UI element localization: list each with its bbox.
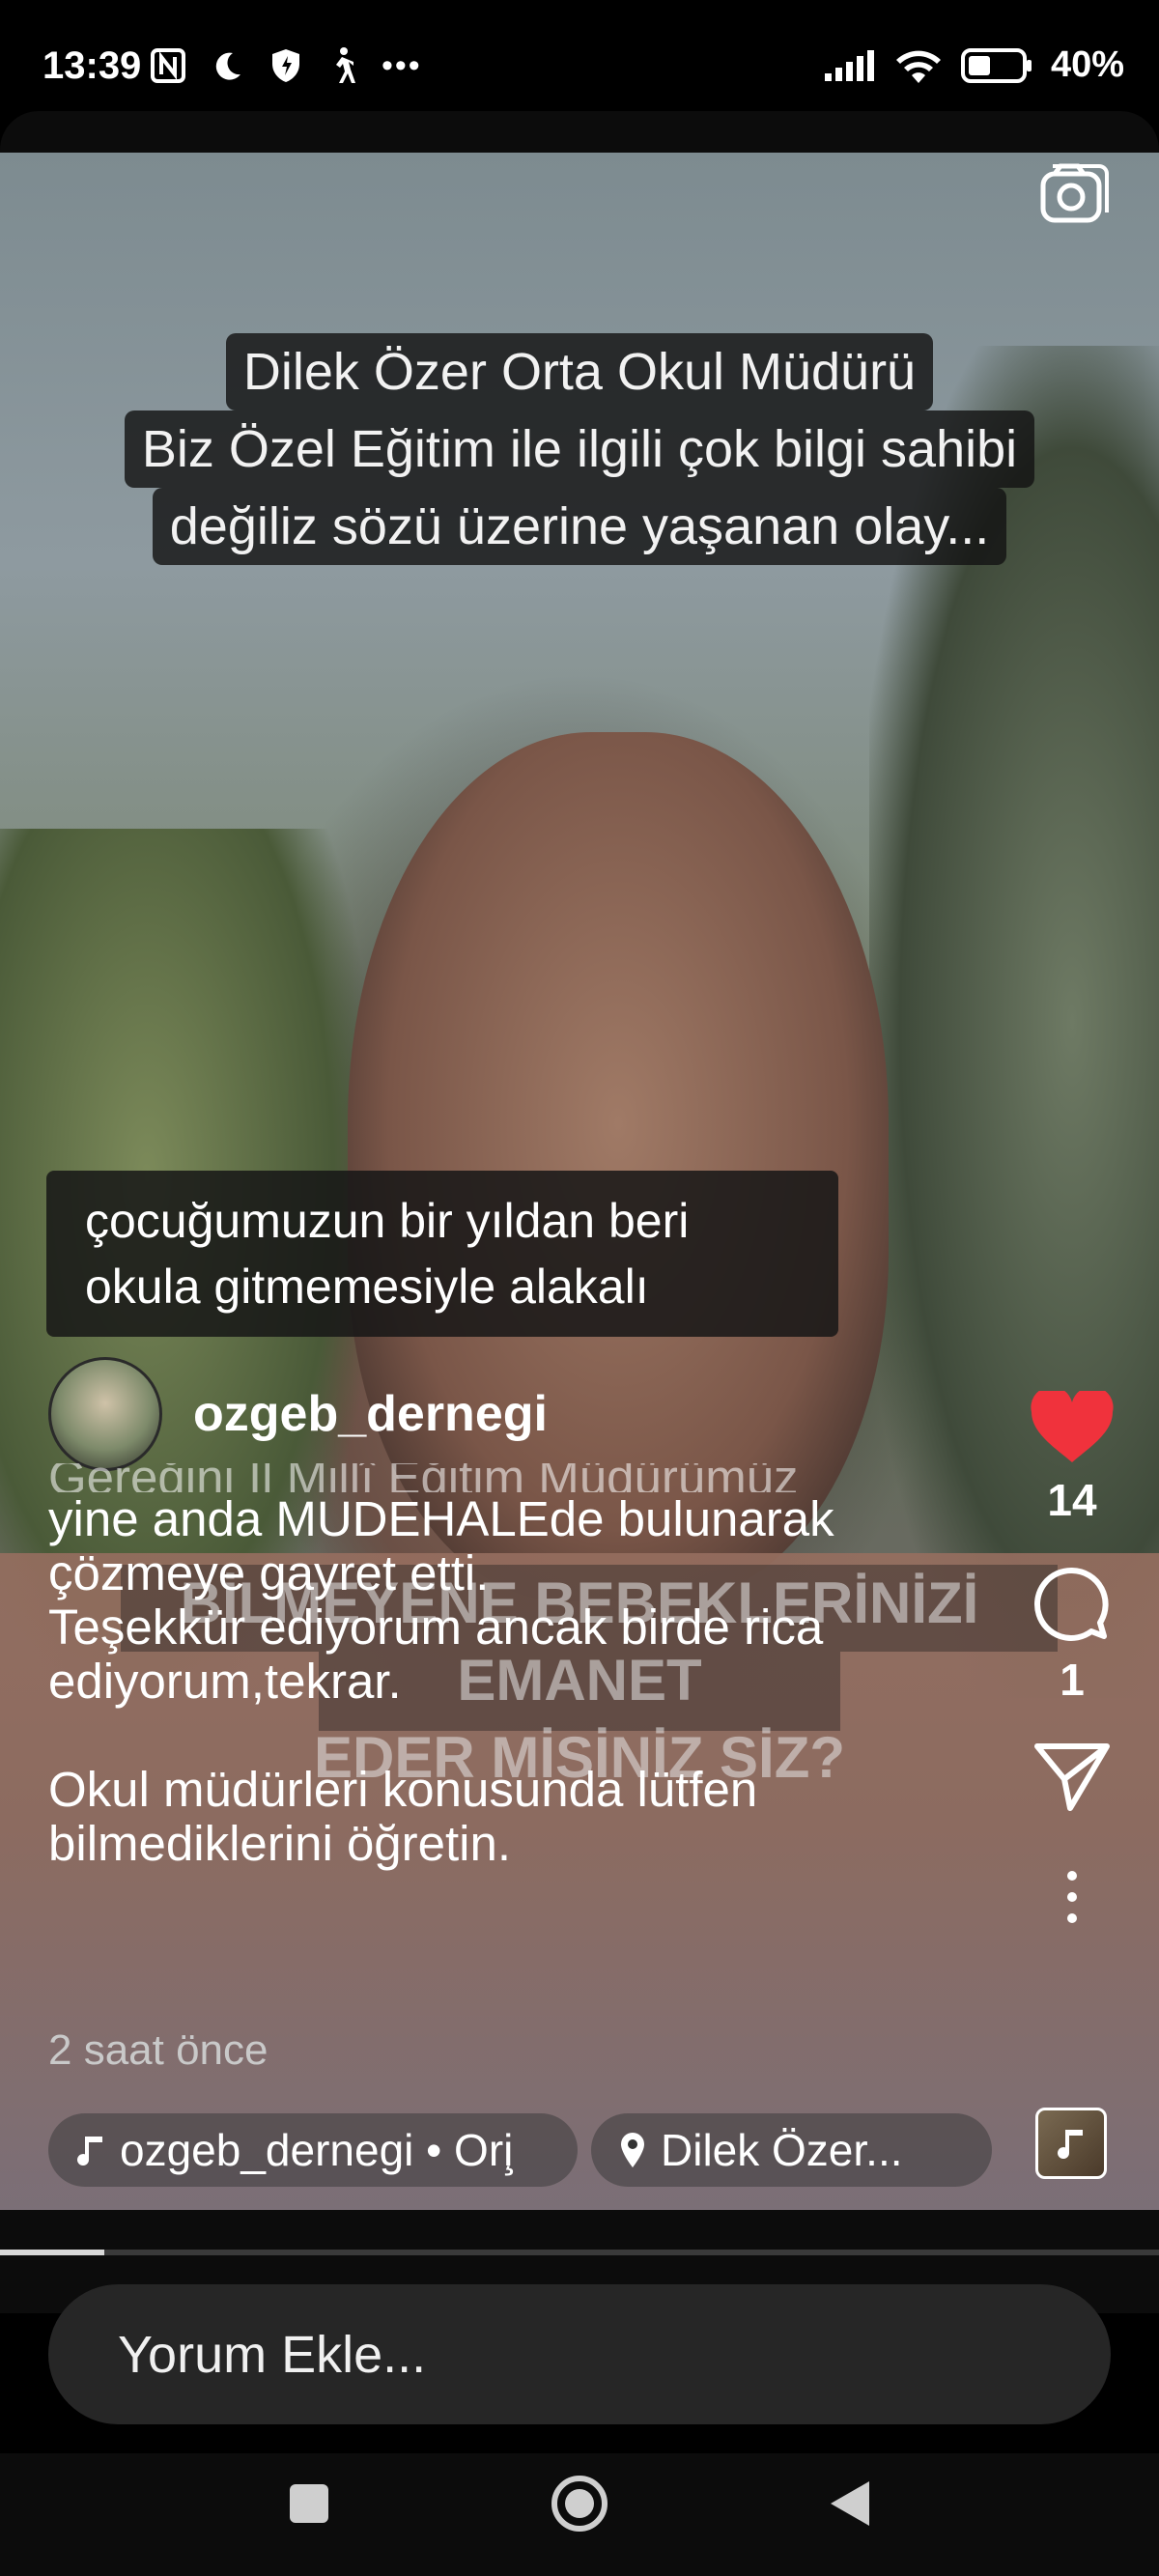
walking-person-icon xyxy=(336,47,355,83)
back-icon[interactable] xyxy=(829,2479,871,2528)
post-time: 2 saat önce xyxy=(48,2026,269,2074)
location-pin-icon xyxy=(621,2133,644,2167)
action-column: 14 1 xyxy=(985,1391,1159,1926)
nfc-icon xyxy=(151,48,185,83)
video-top-caption-line: değiliz sözü üzerine yaşanan olay... xyxy=(152,488,1007,565)
description-line: yine anda MUDEHALEde bulunarak xyxy=(48,1491,834,1546)
share-icon[interactable] xyxy=(1033,1741,1111,1812)
status-right-icons: 40% xyxy=(823,44,1124,86)
description-line: ediyorum,tekrar. xyxy=(48,1654,402,1709)
system-navigation-bar xyxy=(0,2453,1159,2576)
status-time: 13:39 xyxy=(42,44,142,87)
more-notifications-icon: ••• xyxy=(382,46,422,84)
status-notification-icons: ••• xyxy=(150,46,422,85)
video-top-caption: Dilek Özer Orta Okul Müdürü Biz Özel Eği… xyxy=(0,333,1159,565)
audio-label: ozgeb_dernegi • Ori̧ xyxy=(120,2125,514,2175)
home-icon[interactable] xyxy=(549,2473,610,2534)
music-note-icon xyxy=(77,2137,102,2166)
moon-icon xyxy=(215,52,240,80)
camera-icon[interactable] xyxy=(1039,162,1109,226)
post-description[interactable]: Gėreğini İl Millî Eğitim Müdürümüz yine… xyxy=(48,1463,1014,1871)
comment-input-placeholder: Yorum Ekle... xyxy=(118,2325,427,2384)
battery-percentage: 40% xyxy=(1050,44,1124,85)
description-blank-line xyxy=(48,1709,1014,1763)
comment-icon[interactable] xyxy=(1032,1565,1112,1644)
description-line-partial: Gėreğini İl Millî Eğitim Müdürümüz xyxy=(48,1463,799,1492)
wifi-icon xyxy=(895,50,941,83)
signal-icon xyxy=(824,49,874,81)
recent-apps-icon[interactable] xyxy=(288,2482,330,2525)
location-label: Dilek Özer... xyxy=(661,2125,903,2175)
video-top-caption-line: Biz Özel Eğitim ile ilgili çok bilgi sah… xyxy=(124,410,1035,488)
video-subtitle-line: okula gitmemesiyle alakalı xyxy=(85,1260,649,1314)
video-subtitle: çocuğumuzun bir yıldan beri okula gitmem… xyxy=(46,1171,838,1337)
comment-count[interactable]: 1 xyxy=(1060,1654,1085,1706)
audio-pill[interactable]: ozgeb_dernegi • Ori̧ xyxy=(48,2113,578,2187)
avatar[interactable] xyxy=(48,1357,162,1471)
battery-icon xyxy=(960,47,1032,83)
description-line: Okul müdürleri konusunda lütfen xyxy=(48,1762,758,1817)
music-note-icon xyxy=(1058,2130,1083,2160)
like-count[interactable]: 14 xyxy=(1047,1474,1096,1526)
video-subtitle-line: çocuğumuzun bir yıldan beri xyxy=(85,1194,690,1248)
post-author[interactable]: ozgeb_dernegi xyxy=(48,1357,548,1471)
shield-icon xyxy=(272,49,299,82)
audio-thumbnail[interactable] xyxy=(1035,2108,1107,2179)
heart-icon[interactable] xyxy=(1030,1391,1115,1464)
more-options-icon[interactable] xyxy=(1062,1868,1082,1926)
video-top-caption-line: Dilek Özer Orta Okul Müdürü xyxy=(225,333,934,410)
description-line: çözmeye gayret etti. xyxy=(48,1545,490,1600)
comment-input[interactable]: Yorum Ekle... xyxy=(48,2284,1111,2424)
video-progress-fill xyxy=(0,2250,104,2255)
username[interactable]: ozgeb_dernegi xyxy=(193,1385,548,1443)
location-pill[interactable]: Dilek Özer... xyxy=(591,2113,992,2187)
video-progress-bar[interactable] xyxy=(0,2250,1159,2255)
description-line: Teşekkür ediyorum ancak birde rica xyxy=(48,1599,824,1655)
description-line: bilmediklerini öğretin. xyxy=(48,1816,512,1871)
